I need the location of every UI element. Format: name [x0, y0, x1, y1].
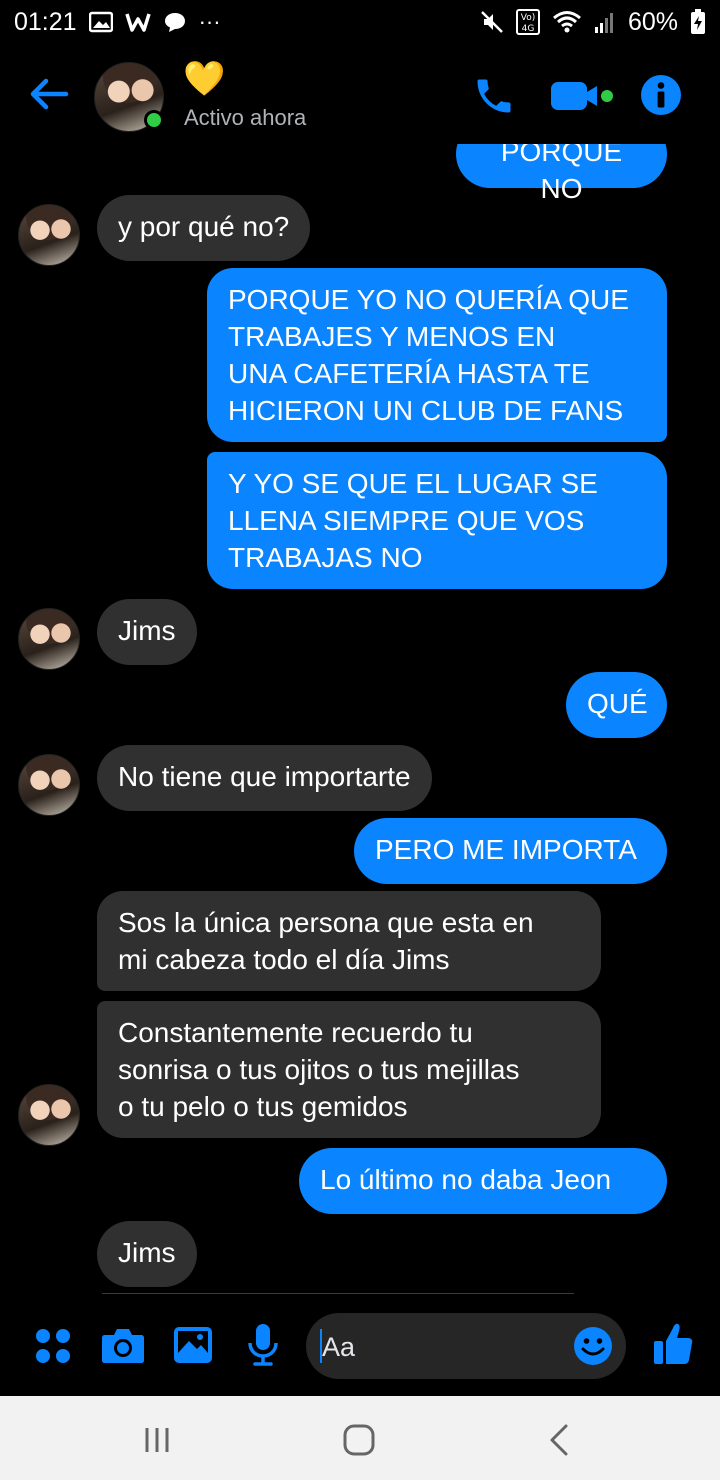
message-list: PORQUE NO y por qué no? PORQUE YO NO QUE… — [0, 144, 720, 1296]
video-call-icon[interactable] — [549, 78, 615, 114]
camera-icon[interactable] — [101, 1326, 145, 1364]
volte-icon: Vo)4G — [515, 9, 540, 35]
message-received[interactable]: y por qué no? — [97, 195, 311, 261]
conversation-header: 💛 Activo ahora — [0, 44, 720, 144]
mute-icon — [481, 11, 503, 33]
message-received[interactable]: Sos la única persona que esta en mi cabe… — [97, 891, 601, 991]
input-placeholder: Aa — [322, 1332, 356, 1362]
active-status: Activo ahora — [184, 105, 307, 130]
avatar[interactable] — [18, 608, 80, 670]
chat-icon — [164, 13, 185, 32]
status-time: 01:21 — [14, 7, 77, 36]
typing-divider — [102, 1293, 574, 1294]
phone-icon[interactable] — [472, 74, 516, 118]
avatar[interactable] — [18, 754, 80, 816]
svg-text:Vo): Vo) — [521, 13, 535, 23]
back-nav-button[interactable] — [540, 1420, 580, 1460]
back-arrow-icon[interactable] — [26, 72, 70, 116]
messenger-screen: 01:21 ··· Vo) 4G 60% 💛 Activo ahora PORQ… — [0, 0, 720, 1480]
message-input[interactable]: Aa — [306, 1313, 626, 1379]
w-icon — [124, 13, 151, 32]
signal-icon — [594, 13, 613, 33]
message-sent[interactable]: Y YO SE QUE EL LUGAR SE LLENA SIEMPRE QU… — [207, 452, 667, 589]
avatar[interactable] — [18, 1084, 80, 1146]
message-received[interactable]: Constantemente recuerdo tu sonrisa o tus… — [97, 1001, 601, 1138]
contact-name-emoji: 💛 — [183, 60, 226, 98]
thumbs-up-icon[interactable] — [652, 1322, 694, 1366]
battery-charging-icon — [691, 9, 705, 34]
message-sent[interactable]: Lo último no daba Jeon — [299, 1148, 667, 1214]
message-sent[interactable]: PORQUE NO — [456, 144, 667, 204]
image-icon — [88, 11, 113, 33]
microphone-icon[interactable] — [246, 1323, 280, 1367]
gallery-icon[interactable] — [173, 1326, 213, 1364]
message-composer: Aa — [0, 1296, 720, 1396]
wifi-icon — [552, 11, 581, 33]
info-icon[interactable] — [640, 74, 682, 116]
avatar[interactable] — [18, 204, 80, 266]
emoji-icon[interactable] — [572, 1325, 614, 1367]
home-button[interactable] — [339, 1420, 379, 1460]
apps-icon[interactable] — [34, 1327, 72, 1365]
status-bar: 01:21 ··· Vo) 4G 60% — [0, 0, 720, 44]
contact-avatar-button[interactable] — [94, 62, 164, 132]
system-navigation-bar — [0, 1396, 720, 1480]
message-received[interactable]: Jims — [97, 1221, 197, 1287]
battery-percent: 60% — [627, 7, 678, 36]
svg-text:4G: 4G — [522, 24, 535, 34]
recent-apps-button[interactable] — [137, 1420, 177, 1460]
message-received[interactable]: No tiene que importarte — [97, 745, 432, 811]
online-indicator — [144, 110, 164, 130]
message-sent[interactable]: PORQUE YO NO QUERÍA QUE TRABAJES Y MENOS… — [207, 268, 667, 442]
message-sent[interactable]: PERO ME IMPORTA — [354, 818, 667, 884]
more-icon: ··· — [198, 9, 221, 34]
message-received[interactable]: Jims — [97, 599, 197, 665]
message-sent[interactable]: QUÉ — [566, 672, 667, 738]
